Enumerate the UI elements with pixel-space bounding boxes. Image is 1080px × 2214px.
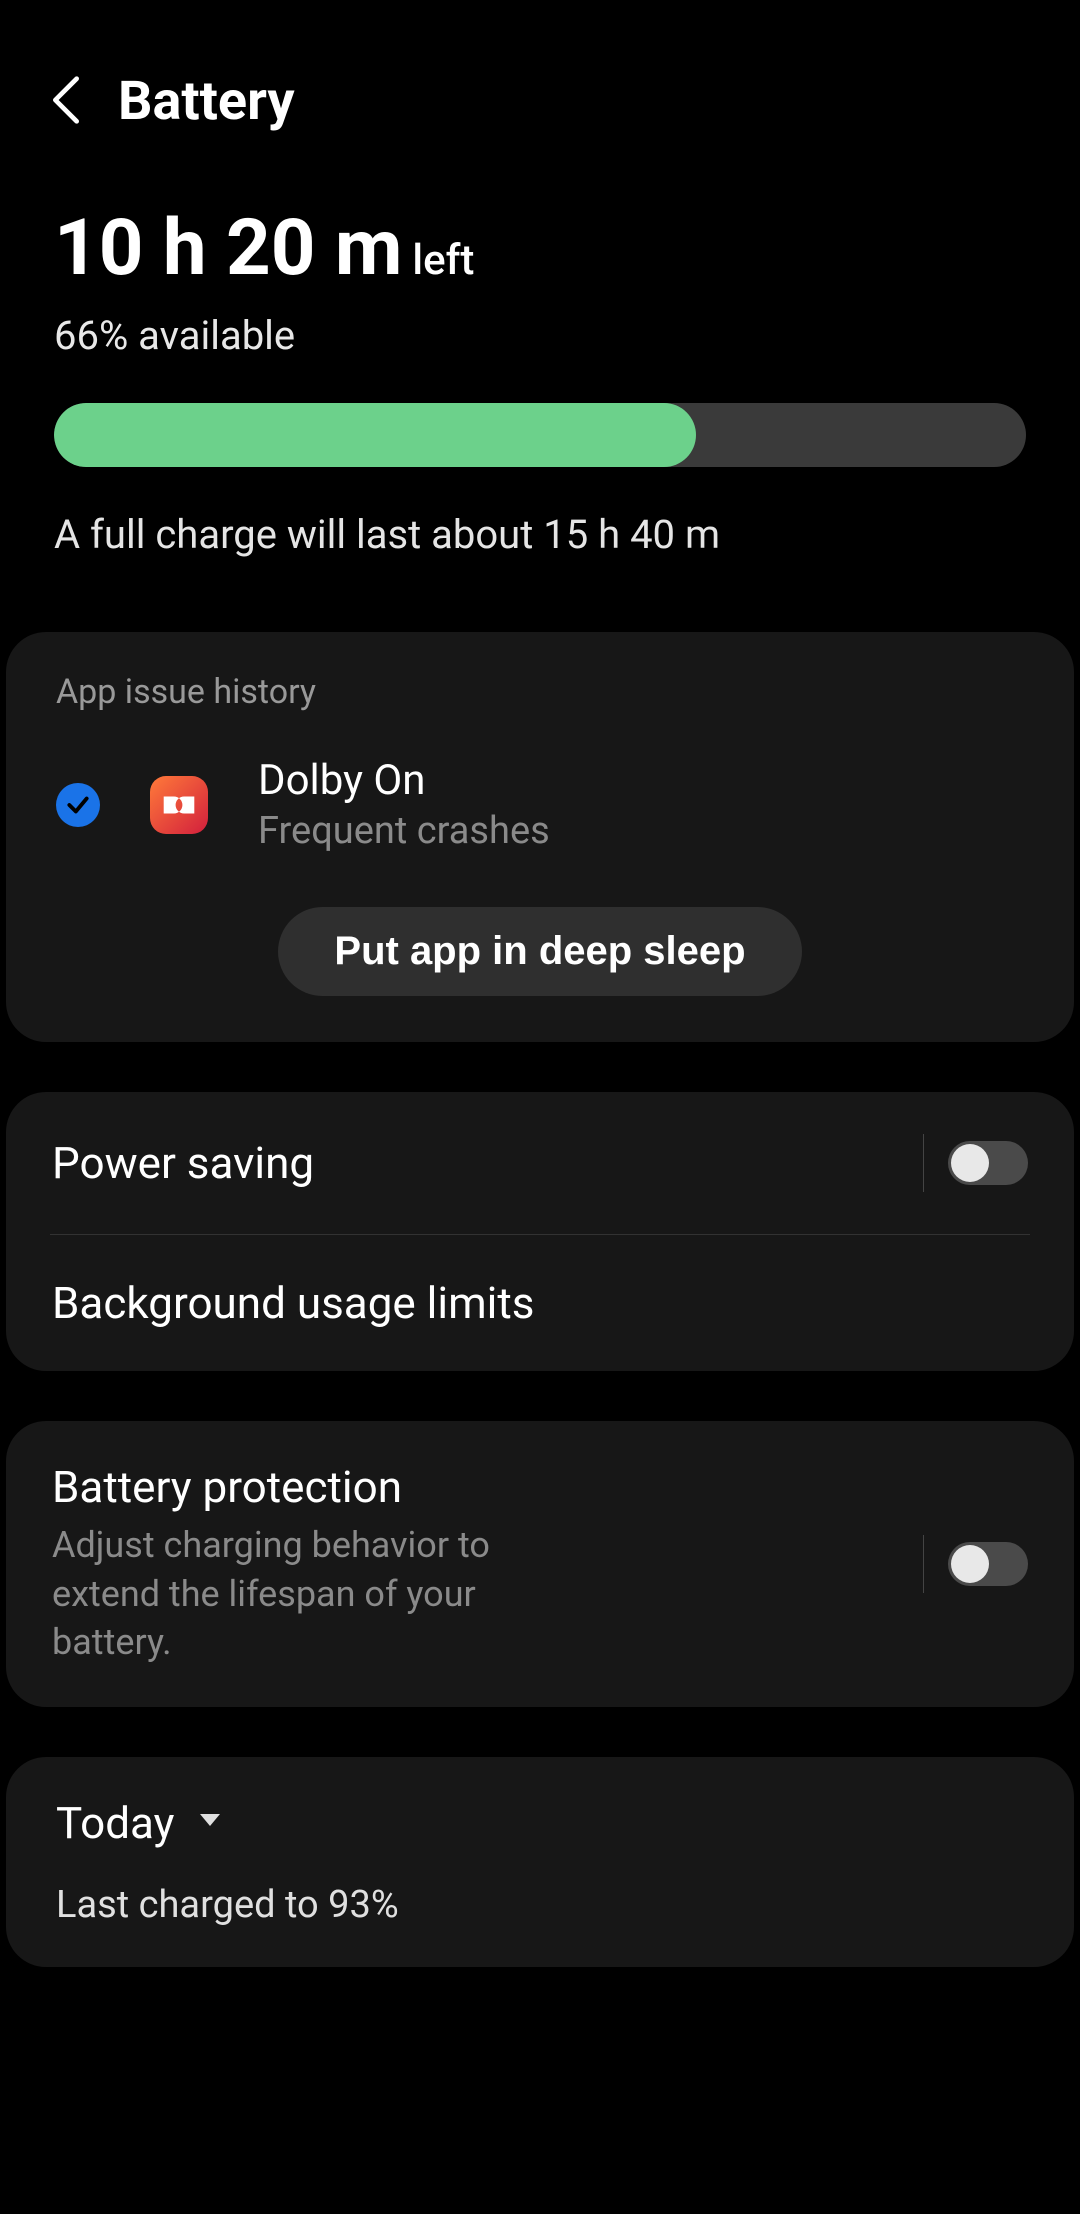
- power-saving-label: Power saving: [52, 1137, 314, 1189]
- battery-protection-sub: Adjust charging behavior to extend the l…: [52, 1521, 592, 1667]
- app-issue-description: Frequent crashes: [258, 809, 550, 853]
- back-icon[interactable]: [50, 76, 82, 128]
- battery-summary: 10 h 20 m left 66% available A full char…: [0, 173, 1080, 578]
- bg-usage-limits-label: Background usage limits: [52, 1277, 534, 1329]
- battery-protection-toggle[interactable]: [948, 1542, 1028, 1586]
- battery-protection-label: Battery protection: [52, 1461, 592, 1513]
- time-left-suffix: left: [412, 236, 474, 285]
- page-title: Battery: [118, 70, 295, 133]
- power-saving-toggle[interactable]: [948, 1141, 1028, 1185]
- dolby-app-icon: [150, 776, 208, 834]
- battery-protection-card[interactable]: Battery protection Adjust charging behav…: [6, 1421, 1074, 1707]
- divider: [923, 1535, 924, 1593]
- checkmark-icon[interactable]: [56, 783, 100, 827]
- power-settings-card: Power saving Background usage limits: [6, 1092, 1074, 1371]
- battery-bar-fill: [54, 403, 696, 467]
- divider: [923, 1134, 924, 1192]
- today-usage-card: Today Last charged to 93%: [6, 1757, 1074, 1967]
- deep-sleep-button[interactable]: Put app in deep sleep: [278, 907, 801, 996]
- full-charge-note: A full charge will last about 15 h 40 m: [54, 511, 1026, 558]
- today-dropdown[interactable]: Today: [56, 1797, 1024, 1849]
- bg-usage-limits-row[interactable]: Background usage limits: [50, 1234, 1030, 1371]
- today-label: Today: [56, 1797, 174, 1849]
- battery-bar: [54, 403, 1026, 467]
- time-left-value: 10 h 20 m: [54, 203, 402, 294]
- pct-available: 66% available: [54, 312, 1026, 359]
- chevron-down-icon: [198, 1812, 222, 1834]
- app-issue-card: App issue history Dolby On Frequent cras…: [6, 632, 1074, 1042]
- last-charged-text: Last charged to 93%: [56, 1883, 1024, 1927]
- app-name: Dolby On: [258, 756, 550, 805]
- app-issue-section-title: App issue history: [6, 672, 1074, 712]
- power-saving-row[interactable]: Power saving: [6, 1092, 1074, 1234]
- app-issue-row[interactable]: Dolby On Frequent crashes: [6, 712, 1074, 883]
